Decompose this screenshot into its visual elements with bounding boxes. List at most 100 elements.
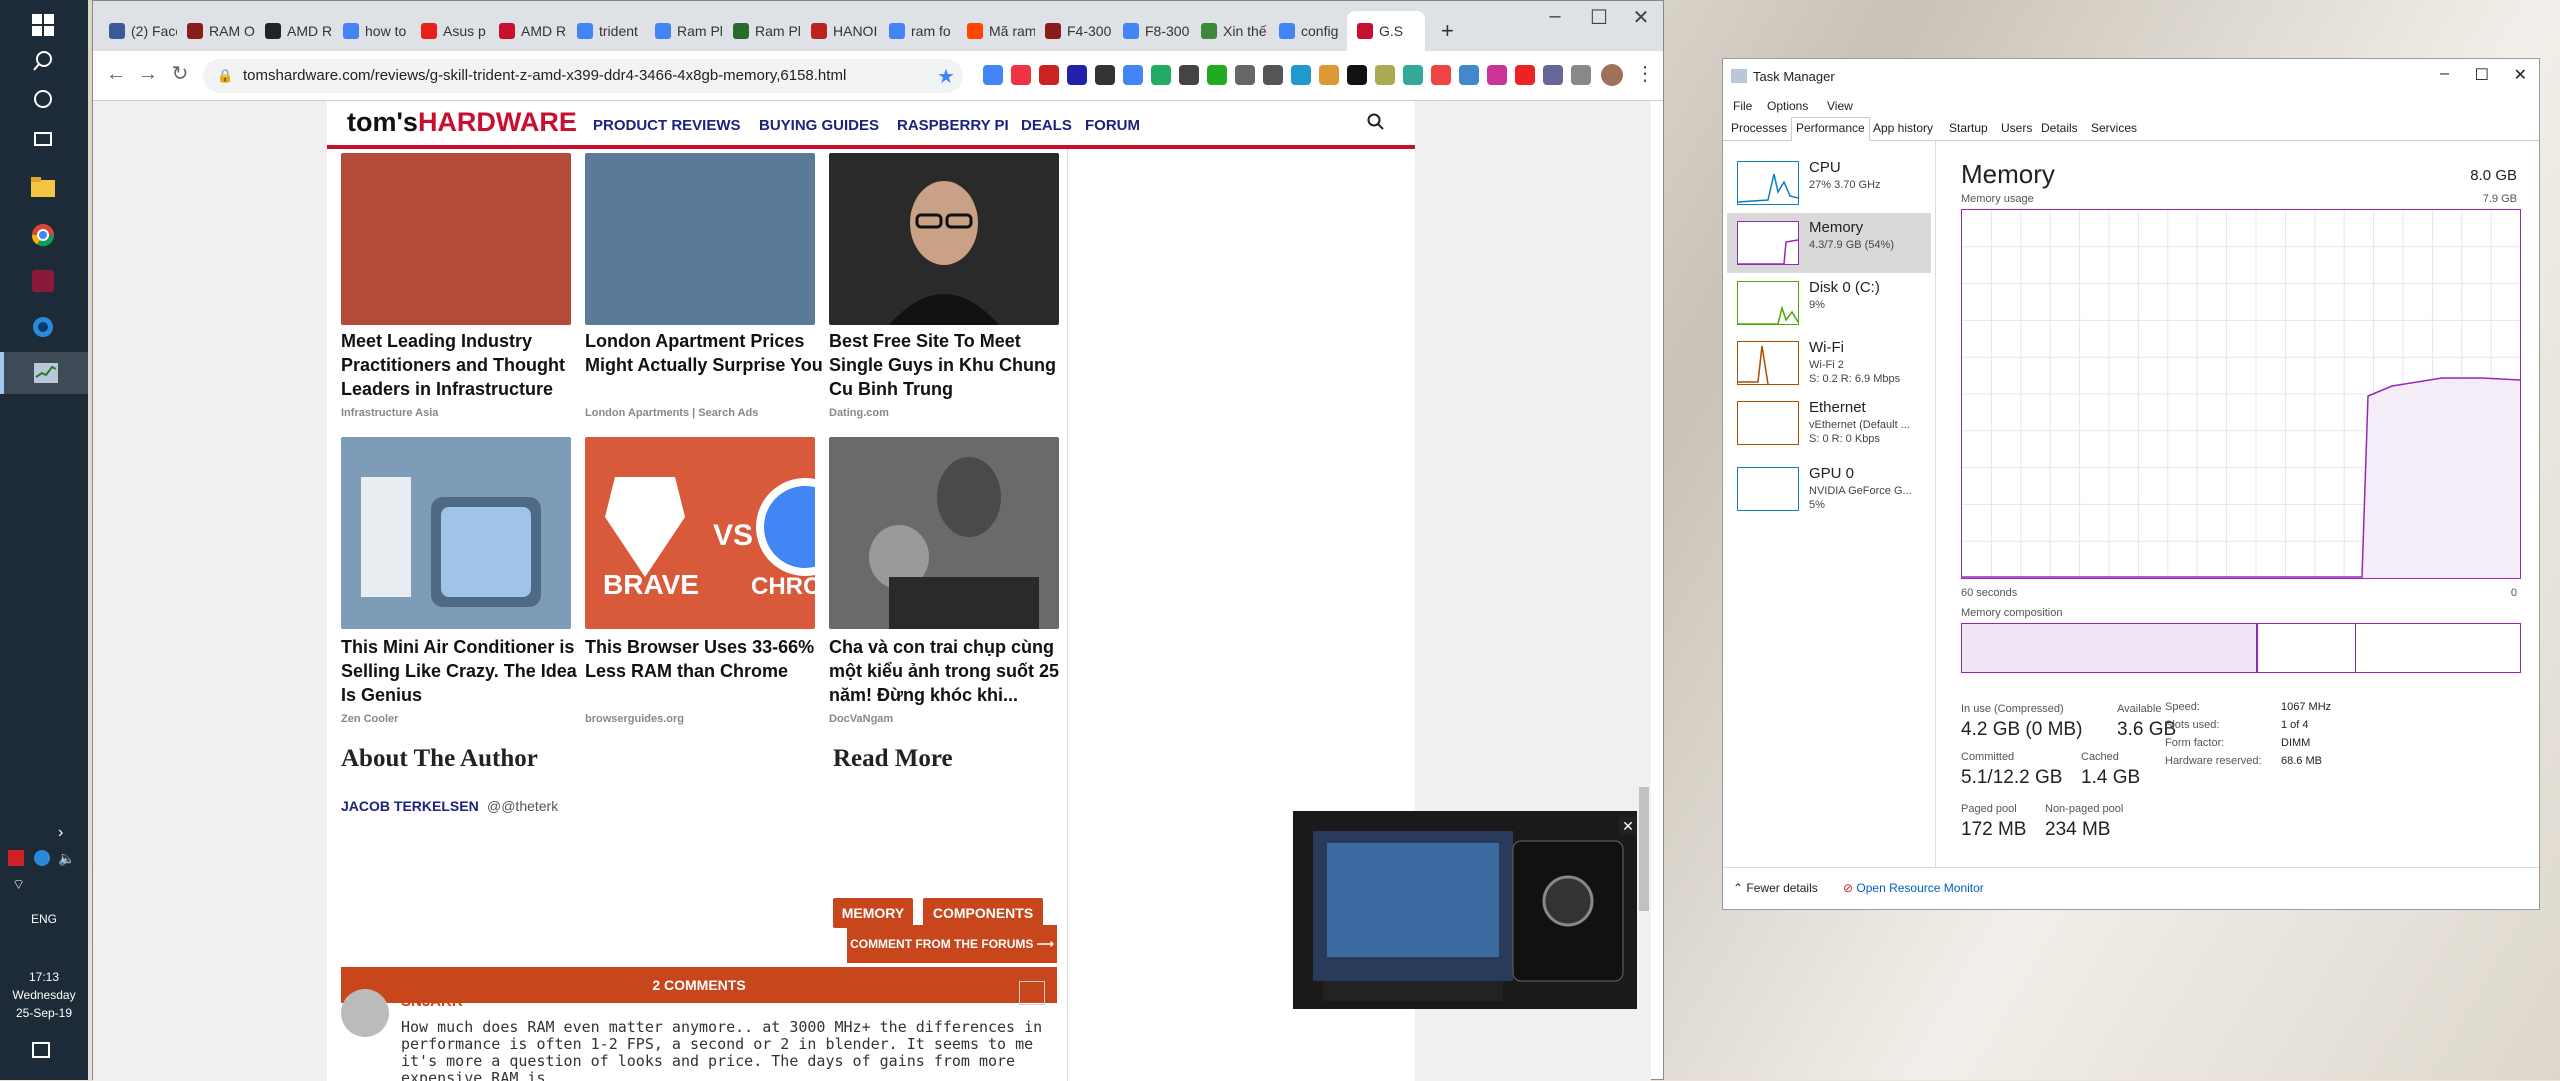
card-title[interactable]: Meet Leading Industry Practitioners and … bbox=[341, 329, 581, 401]
tab[interactable]: AMD R bbox=[255, 11, 333, 51]
extension-icon[interactable] bbox=[1263, 65, 1283, 85]
tag-components[interactable]: COMPONENTS bbox=[923, 898, 1043, 928]
extension-icon[interactable] bbox=[983, 65, 1003, 85]
new-tab-button[interactable]: + bbox=[1431, 11, 1461, 51]
nav-forum[interactable]: FORUM bbox=[1085, 117, 1140, 134]
tab[interactable]: RAM O bbox=[177, 11, 255, 51]
nav-deals[interactable]: DEALS bbox=[1021, 117, 1072, 134]
extension-icon[interactable] bbox=[1207, 65, 1227, 85]
extension-icon[interactable] bbox=[1039, 65, 1059, 85]
page-scrollbar[interactable] bbox=[1637, 101, 1651, 1081]
card-image[interactable] bbox=[585, 153, 815, 325]
reload-icon[interactable]: ↻ bbox=[165, 59, 195, 89]
floating-video-player[interactable]: ✕ bbox=[1293, 811, 1643, 1009]
tab[interactable]: Xin thế bbox=[1191, 11, 1269, 51]
tab[interactable]: ram fo bbox=[879, 11, 957, 51]
file-explorer-icon[interactable] bbox=[22, 166, 64, 208]
task-manager-titlebar[interactable]: Task Manager – ☐ ✕ bbox=[1723, 59, 2539, 95]
minimize-icon[interactable]: – bbox=[2440, 65, 2449, 83]
extension-icon[interactable] bbox=[1375, 65, 1395, 85]
cortana-icon[interactable] bbox=[22, 78, 64, 120]
card-title[interactable]: This Browser Uses 33-66% Less RAM than C… bbox=[585, 635, 825, 683]
comment-from-forums-button[interactable]: COMMENT FROM THE FORUMS ⟶ bbox=[847, 925, 1057, 963]
tab[interactable]: AMD R bbox=[489, 11, 567, 51]
sidebar-item-gpu[interactable]: GPU 0 NVIDIA GeForce G... 5% bbox=[1727, 459, 1931, 519]
card-title[interactable]: This Mini Air Conditioner is Selling Lik… bbox=[341, 635, 581, 707]
extension-icon[interactable] bbox=[1291, 65, 1311, 85]
author-handle[interactable]: @@theterk bbox=[487, 798, 558, 814]
extension-icon[interactable] bbox=[1487, 65, 1507, 85]
tab[interactable]: how to bbox=[333, 11, 411, 51]
tab[interactable]: trident bbox=[567, 11, 645, 51]
sidebar-item-ethernet[interactable]: Ethernet vEthernet (Default ... S: 0 R: … bbox=[1727, 393, 1931, 453]
chrome-icon[interactable] bbox=[22, 214, 64, 256]
extension-icon[interactable] bbox=[1459, 65, 1479, 85]
tab[interactable]: Asus p bbox=[411, 11, 489, 51]
extension-icon[interactable] bbox=[1067, 65, 1087, 85]
author-name[interactable]: JACOB TERKELSEN bbox=[341, 798, 479, 814]
language-indicator[interactable]: ENG bbox=[0, 912, 88, 926]
sidebar-item-memory[interactable]: Memory 4.3/7.9 GB (54%) bbox=[1727, 213, 1931, 273]
extension-icon[interactable] bbox=[1515, 65, 1535, 85]
tab-active[interactable]: G.S bbox=[1347, 11, 1425, 51]
extension-icon[interactable] bbox=[1431, 65, 1451, 85]
telegram-icon[interactable] bbox=[34, 850, 50, 866]
tab[interactable]: config bbox=[1269, 11, 1347, 51]
extension-icon[interactable] bbox=[1095, 65, 1115, 85]
tab-app-history[interactable]: App history bbox=[1873, 121, 1933, 135]
close-icon[interactable]: ✕ bbox=[2514, 65, 2527, 85]
tab-services[interactable]: Services bbox=[2091, 121, 2137, 135]
extension-icon[interactable] bbox=[1319, 65, 1339, 85]
menu-view[interactable]: View bbox=[1827, 99, 1853, 113]
task-manager-taskbar-icon[interactable] bbox=[0, 352, 88, 394]
commenter-avatar[interactable] bbox=[341, 989, 389, 1037]
profile-avatar[interactable] bbox=[1601, 64, 1623, 86]
sidebar-item-wifi[interactable]: Wi-Fi Wi-Fi 2 S: 0.2 R: 6.9 Mbps bbox=[1727, 333, 1931, 393]
card-title[interactable]: Best Free Site To Meet Single Guys in Kh… bbox=[829, 329, 1069, 401]
tab[interactable]: HANOI bbox=[801, 11, 879, 51]
menu-options[interactable]: Options bbox=[1767, 99, 1808, 113]
tab[interactable]: Ram Pl bbox=[645, 11, 723, 51]
site-logo[interactable]: tom'sHARDWARE bbox=[347, 107, 577, 138]
commenter-name[interactable]: SN3AKR bbox=[401, 993, 463, 1010]
maximize-icon[interactable]: ☐ bbox=[2475, 65, 2489, 85]
close-video-icon[interactable]: ✕ bbox=[1619, 817, 1637, 835]
chrome-menu-icon[interactable]: ⋮ bbox=[1635, 61, 1655, 86]
tab[interactable]: F4-300 bbox=[1035, 11, 1113, 51]
extension-icon[interactable] bbox=[1235, 65, 1255, 85]
nav-raspberry-pi[interactable]: RASPBERRY PI bbox=[897, 117, 1009, 134]
task-view-icon[interactable] bbox=[22, 118, 64, 160]
extension-icon[interactable] bbox=[1571, 65, 1591, 85]
wifi-icon[interactable]: ⌔ bbox=[12, 876, 25, 894]
tab[interactable]: Ram Pl bbox=[723, 11, 801, 51]
card-image[interactable] bbox=[829, 437, 1059, 629]
extension-icon[interactable] bbox=[1403, 65, 1423, 85]
card-title[interactable]: Cha và con trai chụp cùng một kiểu ảnh t… bbox=[829, 635, 1069, 707]
minimize-icon[interactable]: – bbox=[1535, 5, 1575, 28]
tab-startup[interactable]: Startup bbox=[1949, 121, 1988, 135]
tab-performance[interactable]: Performance bbox=[1791, 117, 1870, 141]
firefox-icon[interactable] bbox=[22, 306, 64, 348]
card-image[interactable] bbox=[341, 153, 571, 325]
extension-icon[interactable] bbox=[1179, 65, 1199, 85]
extension-icon[interactable] bbox=[1123, 65, 1143, 85]
tab[interactable]: Mã ram bbox=[957, 11, 1035, 51]
chevron-up-icon[interactable]: › bbox=[58, 824, 63, 842]
tab[interactable]: F8-300 bbox=[1113, 11, 1191, 51]
menu-file[interactable]: File bbox=[1733, 99, 1752, 113]
comment-collapse-icon[interactable] bbox=[1019, 981, 1045, 1005]
nav-buying-guides[interactable]: BUYING GUIDES bbox=[759, 117, 879, 134]
card-title[interactable]: London Apartment Prices Might Actually S… bbox=[585, 329, 825, 377]
tab-processes[interactable]: Processes bbox=[1731, 121, 1787, 135]
tab-users[interactable]: Users bbox=[2001, 121, 2032, 135]
tab-details[interactable]: Details bbox=[2041, 121, 2078, 135]
volume-icon[interactable]: 🔈 bbox=[58, 850, 75, 867]
card-image[interactable]: BRAVE VS CHRO bbox=[585, 437, 854, 629]
address-bar[interactable]: 🔒 tomshardware.com/reviews/g-skill-tride… bbox=[203, 59, 963, 93]
search-icon[interactable] bbox=[22, 40, 64, 82]
nav-product-reviews[interactable]: PRODUCT REVIEWS bbox=[593, 117, 741, 134]
extension-icon[interactable] bbox=[1347, 65, 1367, 85]
extension-icon[interactable] bbox=[1543, 65, 1563, 85]
card-image[interactable] bbox=[829, 153, 1059, 325]
tab[interactable]: (2) Face bbox=[99, 11, 177, 51]
